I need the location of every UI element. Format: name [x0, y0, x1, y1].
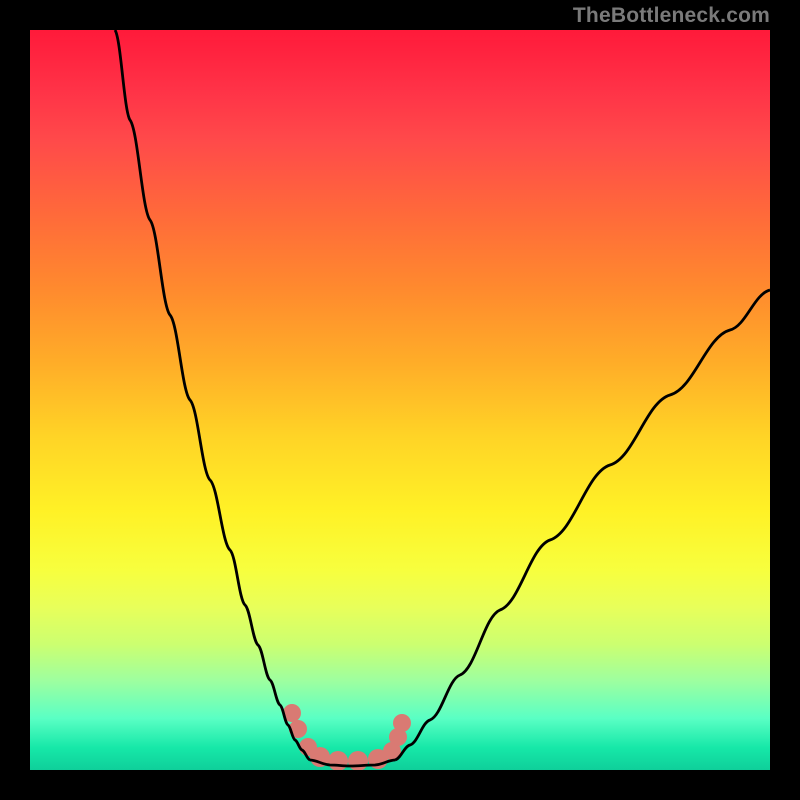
- left-curve: [115, 30, 310, 760]
- chart-svg: [30, 30, 770, 770]
- highlight-dot: [393, 714, 411, 732]
- watermark-text: TheBottleneck.com: [573, 4, 770, 28]
- right-curve: [395, 290, 770, 760]
- chart-frame: TheBottleneck.com: [0, 0, 800, 800]
- chart-plot-area: [30, 30, 770, 770]
